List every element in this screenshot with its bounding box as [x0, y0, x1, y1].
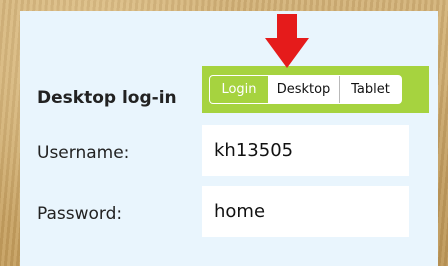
tab-desktop[interactable]: Desktop [268, 76, 340, 103]
password-field[interactable]: home [202, 186, 409, 237]
username-label: Username: [37, 143, 130, 163]
tab-tablet[interactable]: Tablet [340, 76, 401, 103]
login-panel: Desktop log-in Login Desktop Tablet User… [20, 11, 438, 266]
down-arrow-icon [265, 14, 309, 68]
wood-background: Desktop log-in Login Desktop Tablet User… [0, 0, 448, 266]
login-title: Desktop log-in [37, 88, 177, 108]
username-field[interactable]: kh13505 [202, 125, 409, 176]
mode-toggle-container: Login Desktop Tablet [202, 66, 429, 113]
tab-login[interactable]: Login [210, 76, 268, 103]
mode-segmented-control: Login Desktop Tablet [209, 75, 402, 104]
password-label: Password: [37, 204, 123, 224]
